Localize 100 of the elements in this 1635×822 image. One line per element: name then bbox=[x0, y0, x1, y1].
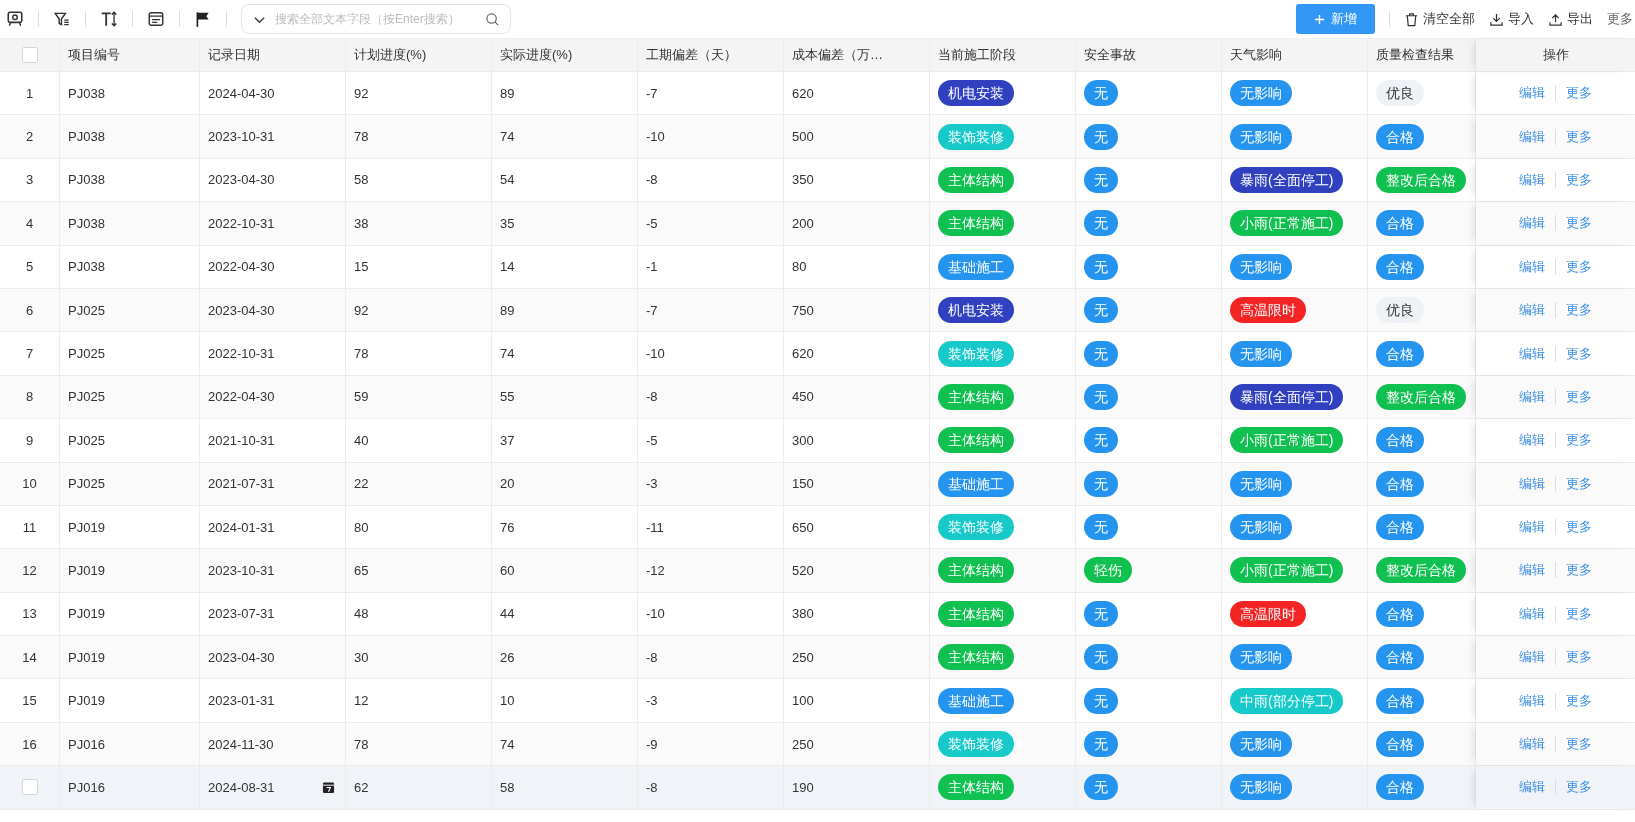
table-row[interactable]: 12 PJ019 2023-10-31 65 60 -12 520 主体结构 轻伤 小雨(正常施工) 整改后合格 编辑 更多 bbox=[0, 549, 1635, 593]
quality-tag: 合格 bbox=[1376, 731, 1424, 758]
more-link[interactable]: 更多 bbox=[1566, 301, 1592, 320]
table-row[interactable]: 15 PJ019 2023-01-31 12 10 -3 100 基础施工 无 中雨(部分停工) 合格 编辑 更多 bbox=[0, 679, 1635, 723]
table-cell: 150 bbox=[792, 476, 814, 492]
edit-link[interactable]: 编辑 bbox=[1519, 518, 1545, 537]
more-link[interactable]: 更多 bbox=[1566, 474, 1592, 493]
table-cell: 80 bbox=[354, 519, 369, 535]
weather-tag: 高温限时 bbox=[1230, 600, 1306, 627]
edit-link[interactable]: 编辑 bbox=[1519, 214, 1545, 233]
table-cell: 2023-04-30 bbox=[208, 302, 275, 318]
table-cell: 300 bbox=[792, 432, 814, 448]
stage-tag: 主体结构 bbox=[938, 557, 1014, 584]
more-link[interactable]: 更多 bbox=[1566, 344, 1592, 363]
table-row[interactable]: PJ016 2024-08-31 62 58 -8 190 主体结构 无 无影响 合格 编辑 更多 bbox=[0, 766, 1635, 810]
edit-link[interactable]: 编辑 bbox=[1519, 170, 1545, 189]
more-link[interactable]: 更多 bbox=[1566, 170, 1592, 189]
table-cell: PJ025 bbox=[68, 476, 105, 492]
table-cell: -11 bbox=[646, 519, 664, 535]
accident-tag: 无 bbox=[1084, 210, 1118, 237]
text-size-icon[interactable] bbox=[100, 10, 118, 28]
table-icon[interactable] bbox=[147, 10, 165, 28]
table-cell: -8 bbox=[646, 389, 658, 405]
more-link[interactable]: 更多 bbox=[1566, 778, 1592, 797]
edit-link[interactable]: 编辑 bbox=[1519, 474, 1545, 493]
table-row[interactable]: 10 PJ025 2021-07-31 22 20 -3 150 基础施工 无 无影响 合格 编辑 更多 bbox=[0, 462, 1635, 506]
plus-icon bbox=[1314, 13, 1325, 25]
accident-tag: 无 bbox=[1084, 166, 1118, 193]
table-cell: -1 bbox=[646, 259, 658, 275]
more-link[interactable]: 更多 bbox=[1566, 257, 1592, 276]
table-cell: 26 bbox=[500, 649, 515, 665]
trash-icon bbox=[1404, 11, 1419, 27]
edit-link[interactable]: 编辑 bbox=[1519, 648, 1545, 667]
table-row[interactable]: 2 PJ038 2023-10-31 78 74 -10 500 装饰装修 无 无影响 合格 编辑 更多 bbox=[0, 115, 1635, 159]
more-button[interactable]: 更多 bbox=[1607, 10, 1635, 28]
edit-link[interactable]: 编辑 bbox=[1519, 604, 1545, 623]
table-cell: 40 bbox=[354, 432, 369, 448]
more-link[interactable]: 更多 bbox=[1566, 214, 1592, 233]
search-field[interactable]: 搜索全部文本字段（按Enter搜索） bbox=[241, 4, 511, 34]
table-row[interactable]: 14 PJ019 2023-04-30 30 26 -8 250 主体结构 无 无影响 合格 编辑 更多 bbox=[0, 636, 1635, 680]
edit-link[interactable]: 编辑 bbox=[1519, 387, 1545, 406]
import-button[interactable]: 导入 bbox=[1489, 10, 1534, 28]
table-cell: -3 bbox=[646, 476, 658, 492]
table-row[interactable]: 7 PJ025 2022-10-31 78 74 -10 620 装饰装修 无 无影响 合格 编辑 更多 bbox=[0, 332, 1635, 376]
search-input[interactable]: 搜索全部文本字段（按Enter搜索） bbox=[273, 11, 479, 27]
accident-tag: 无 bbox=[1084, 340, 1118, 367]
edit-link[interactable]: 编辑 bbox=[1519, 127, 1545, 146]
more-link[interactable]: 更多 bbox=[1566, 561, 1592, 580]
weather-tag: 无影响 bbox=[1230, 470, 1292, 497]
select-all-checkbox[interactable] bbox=[21, 47, 38, 63]
edit-link[interactable]: 编辑 bbox=[1519, 84, 1545, 103]
more-link[interactable]: 更多 bbox=[1566, 84, 1592, 103]
stage-tag: 主体结构 bbox=[938, 644, 1014, 671]
edit-link[interactable]: 编辑 bbox=[1519, 431, 1545, 450]
more-link[interactable]: 更多 bbox=[1566, 387, 1592, 406]
table-row[interactable]: 6 PJ025 2023-04-30 92 89 -7 750 机电安装 无 高温限时 优良 编辑 更多 bbox=[0, 288, 1635, 333]
table-row[interactable]: 8 PJ025 2022-04-30 59 55 -8 450 主体结构 无 暴雨(全面停工) 整改后合格 编辑 更多 bbox=[0, 375, 1635, 420]
flag-icon[interactable] bbox=[194, 10, 212, 28]
more-link[interactable]: 更多 bbox=[1566, 604, 1592, 623]
search-icon[interactable] bbox=[485, 11, 500, 27]
table-cell: 190 bbox=[792, 779, 814, 795]
table-cell: 44 bbox=[500, 606, 515, 622]
calendar-icon[interactable] bbox=[322, 780, 335, 794]
table-cell: 55 bbox=[500, 389, 515, 405]
stage-tag: 机电安装 bbox=[938, 297, 1014, 324]
table-cell: 15 bbox=[354, 259, 369, 275]
more-link[interactable]: 更多 bbox=[1566, 648, 1592, 667]
clear-all-button[interactable]: 清空全部 bbox=[1404, 10, 1475, 28]
table-row[interactable]: 5 PJ038 2022-04-30 15 14 -1 80 基础施工 无 无影响 合格 编辑 更多 bbox=[0, 245, 1635, 289]
row-number: 3 bbox=[25, 172, 34, 188]
table-cell: PJ016 bbox=[68, 779, 105, 795]
edit-link[interactable]: 编辑 bbox=[1519, 301, 1545, 320]
row-number: 4 bbox=[25, 215, 34, 231]
more-link[interactable]: 更多 bbox=[1566, 691, 1592, 710]
stage-tag: 主体结构 bbox=[938, 600, 1014, 627]
edit-link[interactable]: 编辑 bbox=[1519, 257, 1545, 276]
accident-tag: 无 bbox=[1084, 297, 1118, 324]
weather-tag: 暴雨(全面停工) bbox=[1230, 383, 1344, 410]
table-cell: 59 bbox=[354, 389, 369, 405]
edit-link[interactable]: 编辑 bbox=[1519, 778, 1545, 797]
more-link[interactable]: 更多 bbox=[1566, 431, 1592, 450]
edit-link[interactable]: 编辑 bbox=[1519, 561, 1545, 580]
table-row[interactable]: 9 PJ025 2021-10-31 40 37 -5 300 主体结构 无 小雨(正常施工) 合格 编辑 更多 bbox=[0, 419, 1635, 463]
export-button[interactable]: 导出 bbox=[1548, 10, 1593, 28]
table-row[interactable]: 16 PJ016 2024-11-30 78 74 -9 250 装饰装修 无 无影响 合格 编辑 更多 bbox=[0, 722, 1635, 767]
edit-link[interactable]: 编辑 bbox=[1519, 344, 1545, 363]
table-row[interactable]: 4 PJ038 2022-10-31 38 35 -5 200 主体结构 无 小雨(正常施工) 合格 编辑 更多 bbox=[0, 202, 1635, 246]
row-checkbox[interactable] bbox=[21, 779, 38, 796]
table-cell: 450 bbox=[792, 389, 814, 405]
add-button[interactable]: 新增 bbox=[1296, 4, 1375, 34]
accident-tag: 无 bbox=[1084, 600, 1118, 627]
table-cell: 80 bbox=[792, 259, 807, 275]
edit-link[interactable]: 编辑 bbox=[1519, 735, 1545, 754]
more-link[interactable]: 更多 bbox=[1566, 518, 1592, 537]
view-icon[interactable] bbox=[6, 10, 24, 28]
table-cell: 650 bbox=[792, 519, 814, 535]
more-link[interactable]: 更多 bbox=[1566, 735, 1592, 754]
edit-link[interactable]: 编辑 bbox=[1519, 691, 1545, 710]
more-link[interactable]: 更多 bbox=[1566, 127, 1592, 146]
filter-icon[interactable] bbox=[53, 10, 71, 28]
